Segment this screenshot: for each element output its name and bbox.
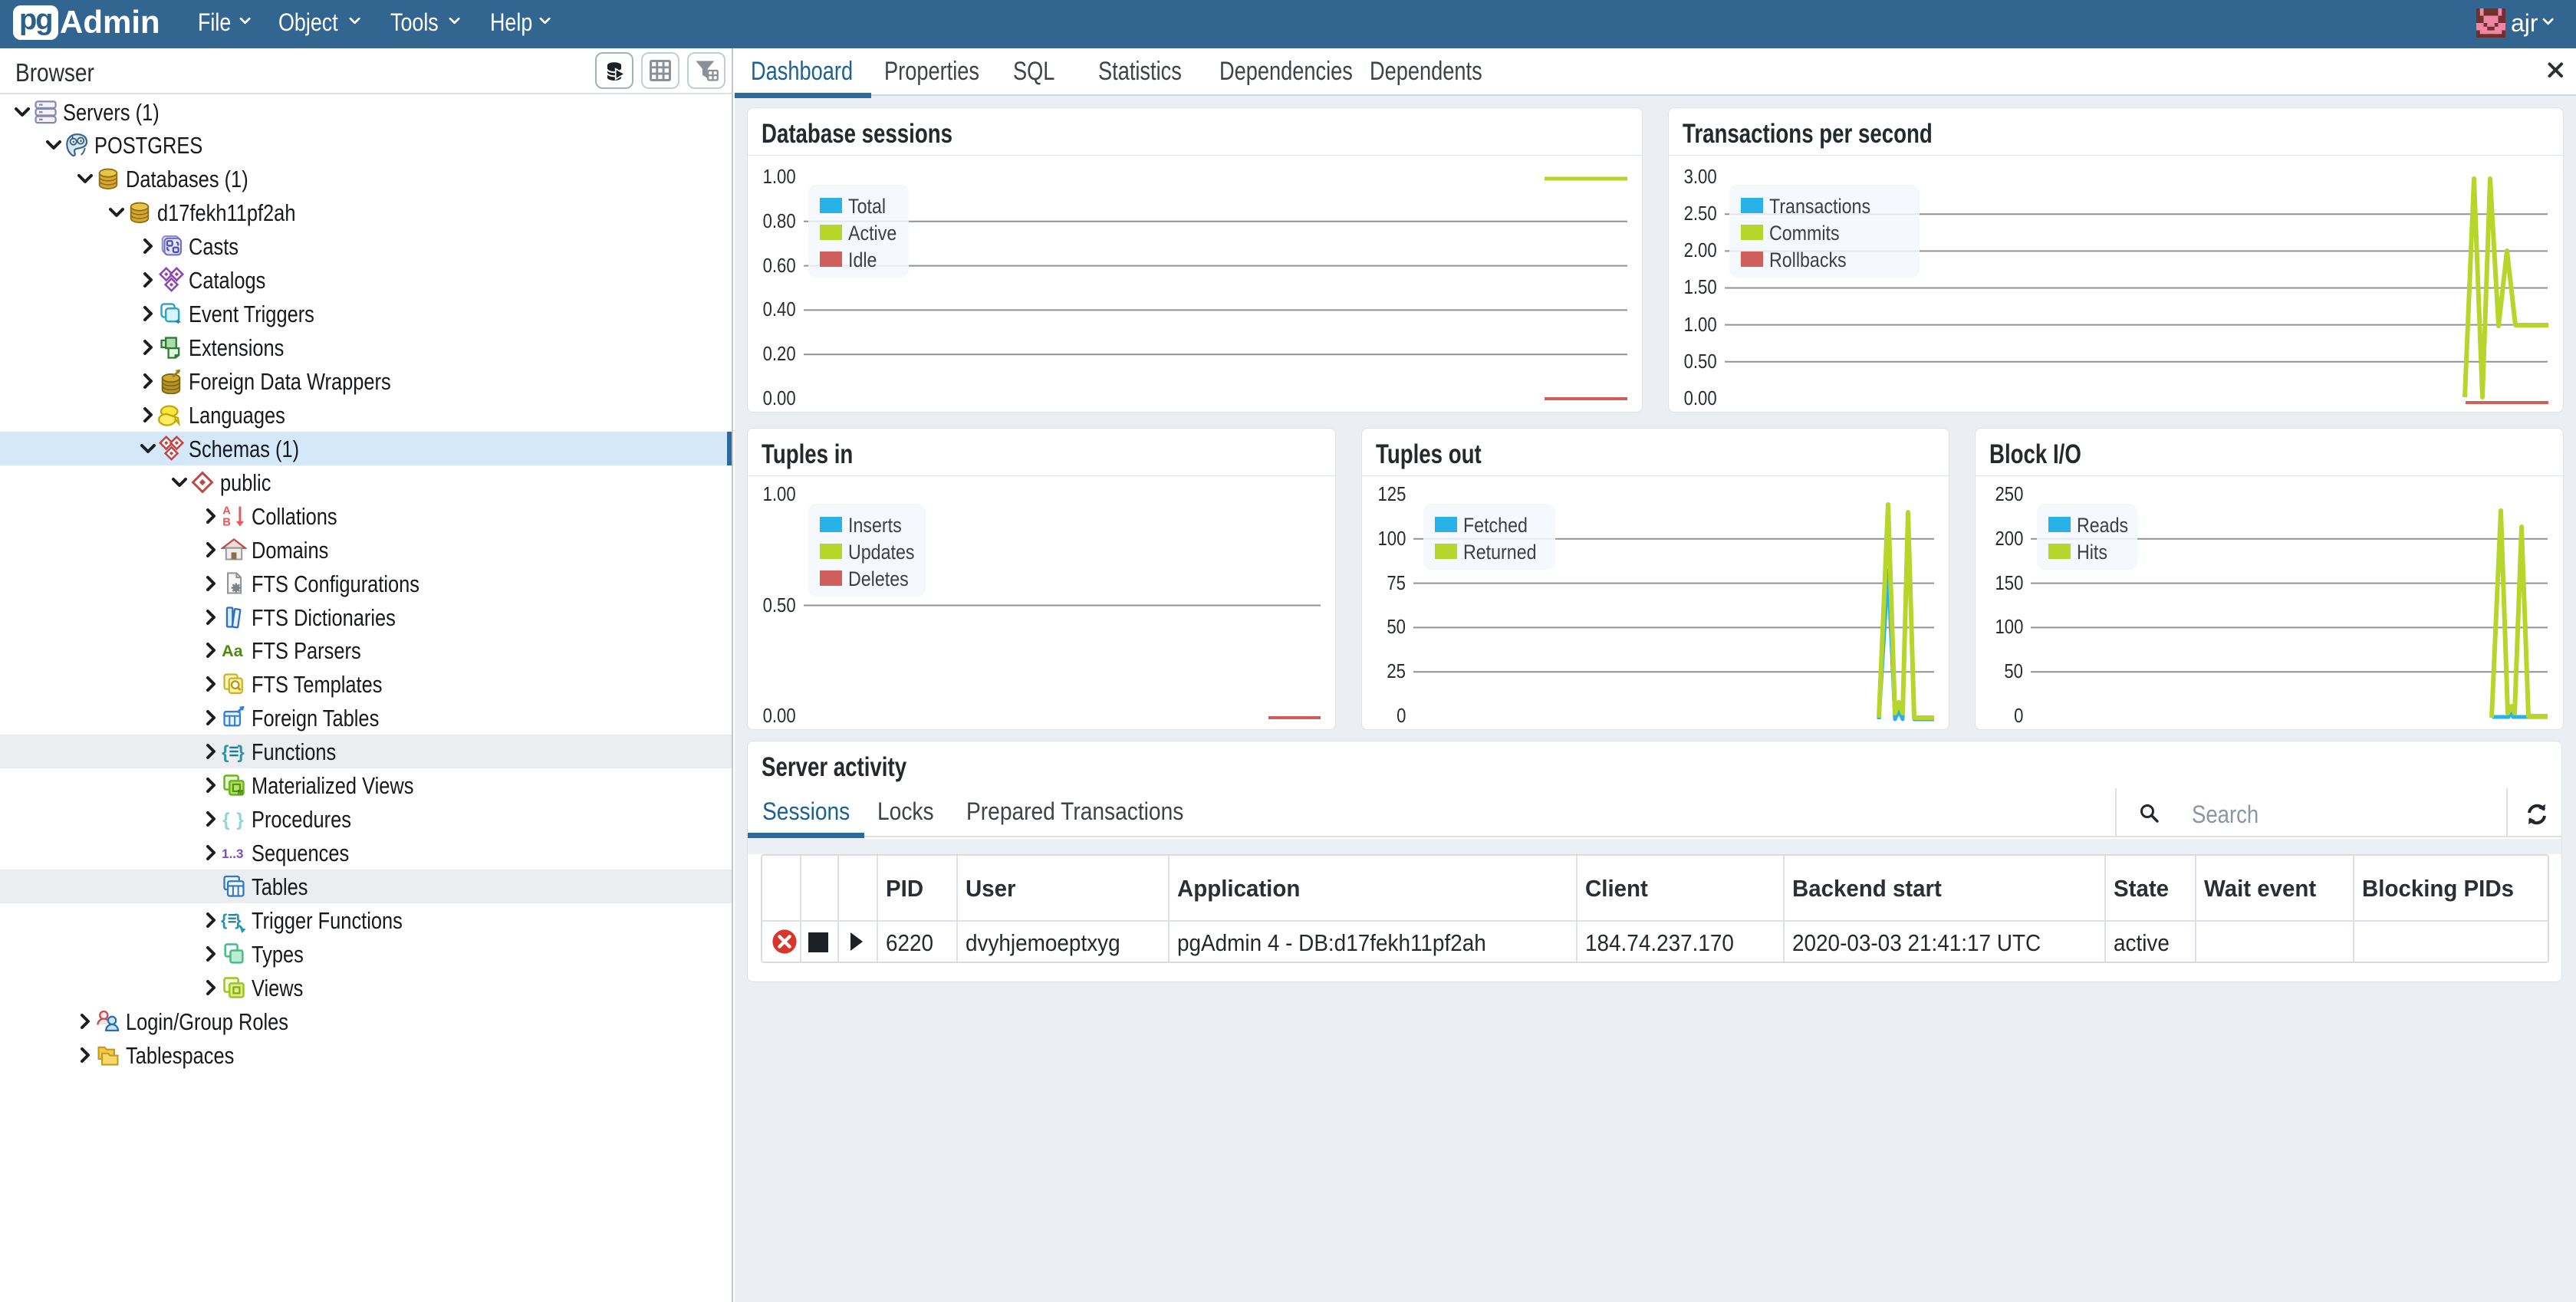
svg-text:A: A [222, 505, 231, 517]
svg-text:}: } [236, 810, 243, 830]
svg-text:1..3: 1..3 [222, 847, 243, 861]
svg-text:B: B [222, 516, 231, 528]
svg-text:{: { [222, 810, 229, 830]
svg-text:Aa: Aa [222, 642, 244, 660]
svg-text:M: M [238, 789, 244, 797]
svg-text:{: { [222, 742, 229, 763]
svg-text:{: { [221, 911, 227, 929]
svg-text:}: } [238, 742, 245, 763]
